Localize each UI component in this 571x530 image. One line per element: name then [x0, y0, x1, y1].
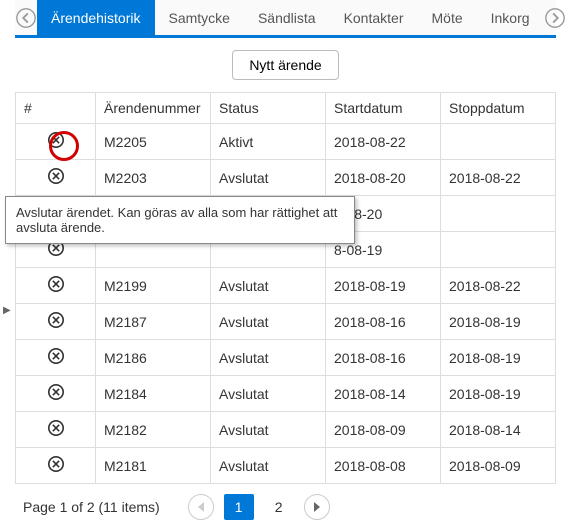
close-case-cell [16, 376, 96, 412]
cell-stop [441, 196, 556, 232]
col-start[interactable]: Startdatum [326, 93, 441, 124]
tab-label: Kontakter [344, 10, 404, 26]
cell-num: M2205 [96, 124, 211, 160]
close-case-button[interactable] [47, 347, 65, 365]
cell-stop: 2018-08-09 [441, 448, 556, 484]
triangle-left-icon [196, 501, 206, 513]
cell-status: Avslutat [211, 412, 326, 448]
cell-num: M2181 [96, 448, 211, 484]
tab-label: Sändlista [258, 10, 316, 26]
cell-start: 2018-08-14 [326, 376, 441, 412]
pager-next-button[interactable] [304, 494, 330, 520]
close-case-cell [16, 268, 96, 304]
case-table: # Ärendenummer Status Startdatum Stoppda… [15, 92, 556, 484]
close-case-cell [16, 412, 96, 448]
cell-stop [441, 124, 556, 160]
cell-num: M2203 [96, 160, 211, 196]
triangle-right-icon [312, 501, 322, 513]
table-row[interactable]: M2182Avslutat2018-08-092018-08-14 [16, 412, 556, 448]
table-row[interactable]: M2205Aktivt2018-08-22 [16, 124, 556, 160]
col-num[interactable]: Ärendenummer [96, 93, 211, 124]
tabs-next-button[interactable] [544, 0, 566, 35]
cell-num: M2186 [96, 340, 211, 376]
col-status[interactable]: Status [211, 93, 326, 124]
tab-bar: Ärendehistorik Samtycke Sändlista Kontak… [15, 0, 556, 38]
cell-stop: 2018-08-19 [441, 376, 556, 412]
table-row[interactable]: M2187Avslutat2018-08-162018-08-19 [16, 304, 556, 340]
table-row[interactable]: M2184Avslutat2018-08-142018-08-19 [16, 376, 556, 412]
tab-inkorg[interactable]: Inkorg [477, 0, 544, 35]
tab-label: Inkorg [491, 10, 530, 26]
pager-prev-button[interactable] [188, 494, 214, 520]
cell-start: 2018-08-09 [326, 412, 441, 448]
close-case-button[interactable] [47, 167, 65, 185]
cell-stop: 2018-08-14 [441, 412, 556, 448]
cell-num: M2184 [96, 376, 211, 412]
close-case-button[interactable] [47, 275, 65, 293]
cell-status: Aktivt [211, 124, 326, 160]
table-row[interactable]: M2181Avslutat2018-08-082018-08-09 [16, 448, 556, 484]
cell-start: 2018-08-08 [326, 448, 441, 484]
cell-num: M2199 [96, 268, 211, 304]
col-hash[interactable]: # [16, 93, 96, 124]
cell-stop: 2018-08-22 [441, 268, 556, 304]
tab-arendehistorik[interactable]: Ärendehistorik [37, 0, 155, 35]
col-stop[interactable]: Stoppdatum [441, 93, 556, 124]
close-case-button[interactable] [47, 131, 65, 149]
pager-page-1[interactable]: 1 [224, 494, 254, 520]
arrow-right-icon [544, 7, 566, 29]
tab-samtycke[interactable]: Samtycke [155, 0, 244, 35]
cell-start: 2018-08-22 [326, 124, 441, 160]
cell-start: 2018-08-20 [326, 160, 441, 196]
cell-num: M2182 [96, 412, 211, 448]
cell-stop [441, 232, 556, 268]
tab-label: Ärendehistorik [51, 10, 141, 26]
tab-kontakter[interactable]: Kontakter [330, 0, 418, 35]
cell-status: Avslutat [211, 376, 326, 412]
page-number: 2 [275, 499, 283, 515]
cell-start: 2018-08-19 [326, 268, 441, 304]
close-case-cell [16, 304, 96, 340]
table-row[interactable]: M2186Avslutat2018-08-162018-08-19 [16, 340, 556, 376]
cell-status: Avslutat [211, 160, 326, 196]
cell-status: Avslutat [211, 340, 326, 376]
cell-stop: 2018-08-19 [441, 304, 556, 340]
cell-stop: 2018-08-19 [441, 340, 556, 376]
table-row[interactable]: M2203Avslutat2018-08-202018-08-22 [16, 160, 556, 196]
tab-mote[interactable]: Möte [418, 0, 477, 35]
close-case-tooltip: Avslutar ärendet. Kan göras av alla som … [5, 196, 355, 244]
tabs-container: Ärendehistorik Samtycke Sändlista Kontak… [37, 0, 544, 35]
tab-label: Samtycke [169, 10, 230, 26]
new-case-button[interactable]: Nytt ärende [232, 50, 338, 80]
expand-handle[interactable]: ▶ [3, 305, 11, 316]
table-row[interactable]: M2199Avslutat2018-08-192018-08-22 [16, 268, 556, 304]
pager-page-2[interactable]: 2 [264, 494, 294, 520]
table-header-row: # Ärendenummer Status Startdatum Stoppda… [16, 93, 556, 124]
close-case-cell [16, 340, 96, 376]
pager: Page 1 of 2 (11 items) 1 2 [15, 484, 556, 530]
cell-start: 2018-08-16 [326, 340, 441, 376]
button-label: Nytt ärende [249, 57, 321, 73]
arrow-left-icon [15, 7, 37, 29]
tab-label: Möte [432, 10, 463, 26]
close-case-cell [16, 160, 96, 196]
close-case-cell [16, 448, 96, 484]
close-case-button[interactable] [47, 383, 65, 401]
pager-summary: Page 1 of 2 (11 items) [23, 499, 160, 515]
close-case-button[interactable] [47, 419, 65, 437]
close-case-button[interactable] [47, 311, 65, 329]
cell-status: Avslutat [211, 304, 326, 340]
cell-status: Avslutat [211, 448, 326, 484]
cell-stop: 2018-08-22 [441, 160, 556, 196]
cell-status: Avslutat [211, 268, 326, 304]
close-case-cell [16, 124, 96, 160]
cell-start: 2018-08-16 [326, 304, 441, 340]
tabs-prev-button[interactable] [15, 0, 37, 35]
close-case-button[interactable] [47, 455, 65, 473]
cell-num: M2187 [96, 304, 211, 340]
page-number: 1 [235, 499, 243, 515]
tab-sandlista[interactable]: Sändlista [244, 0, 330, 35]
tooltip-text: Avslutar ärendet. Kan göras av alla som … [16, 205, 337, 235]
